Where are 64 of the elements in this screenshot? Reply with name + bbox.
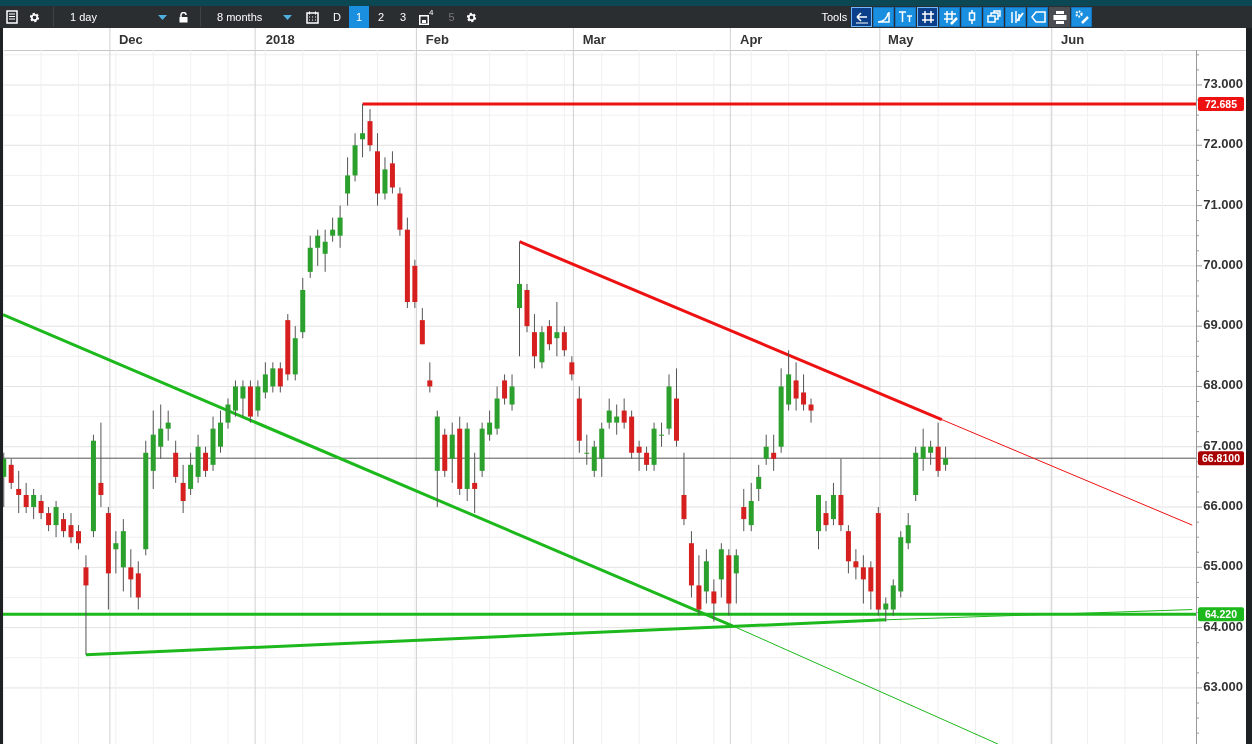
tool-button[interactable]	[983, 7, 1005, 27]
trend-line[interactable]	[85, 618, 886, 657]
settings-icon[interactable]	[465, 10, 479, 24]
month-label: Apr	[740, 32, 763, 47]
axis-label: 69.000	[1203, 317, 1243, 333]
axis-label: 71.000	[1203, 196, 1243, 212]
axis-label: 63.000	[1203, 678, 1243, 694]
document-icon[interactable]	[6, 10, 18, 24]
candlestick	[576, 385, 582, 454]
caret-icon	[283, 14, 292, 20]
axis-label: 68.000	[1203, 377, 1243, 393]
calendar-icon[interactable]	[306, 10, 319, 24]
tool-button[interactable]	[1027, 7, 1049, 27]
layout-tab[interactable]: 3	[393, 6, 413, 28]
curve-icon	[875, 9, 892, 25]
layout-tab[interactable]: 2	[371, 6, 391, 28]
axis-label: 72.000	[1203, 136, 1243, 152]
grid-icon	[919, 9, 936, 25]
axis-label: 65.000	[1203, 558, 1243, 574]
candlestick	[427, 361, 433, 393]
month-label: May	[888, 32, 914, 47]
tool-button[interactable]	[1049, 7, 1071, 27]
settings-icon[interactable]	[28, 10, 41, 24]
tool-button[interactable]	[851, 7, 873, 27]
save-count: 4	[429, 7, 434, 19]
axis-label: 67.000	[1203, 437, 1243, 453]
candlestick	[218, 410, 223, 454]
candlestick	[943, 446, 949, 472]
grid-pencil-icon	[941, 9, 958, 25]
candlestick	[569, 355, 575, 381]
print-icon	[1051, 9, 1068, 25]
price-tag: 64.220	[1198, 607, 1244, 622]
tool-button[interactable]	[1005, 7, 1027, 27]
month-label: Mar	[582, 32, 606, 47]
axis-label: 70.000	[1203, 256, 1243, 272]
trend-line[interactable]	[2, 313, 734, 628]
candlestick	[76, 524, 81, 550]
tools-label: Tools	[821, 9, 848, 25]
save-icon[interactable]	[419, 15, 429, 25]
axis-label: 73.000	[1203, 75, 1243, 91]
tool-button[interactable]	[895, 7, 917, 27]
period-button[interactable]: D	[327, 6, 347, 28]
lock-icon[interactable]	[179, 11, 188, 23]
price-tag: 66.8100	[1198, 451, 1244, 466]
tool-button[interactable]	[873, 7, 895, 27]
tool-button[interactable]	[961, 7, 983, 27]
candlestick	[688, 530, 694, 598]
trend-line[interactable]	[518, 240, 943, 421]
tag-icon	[1029, 9, 1046, 25]
tool-button[interactable]	[1071, 7, 1093, 27]
month-label: Jun	[1061, 32, 1085, 47]
back-arrow-icon	[853, 9, 870, 25]
candlestick	[816, 494, 821, 550]
trend-line[interactable]	[885, 609, 1193, 621]
settings-pencil-icon	[1073, 9, 1090, 25]
month-label: Feb	[425, 32, 449, 47]
month-label: Dec	[118, 32, 143, 47]
windows-icon	[985, 9, 1002, 25]
caret-icon	[158, 14, 167, 20]
tool-button[interactable]	[917, 7, 939, 27]
text-size-icon	[897, 9, 914, 25]
tool-button[interactable]	[939, 7, 961, 27]
axis-label: 66.000	[1203, 498, 1243, 514]
month-label: 2018	[265, 32, 295, 47]
